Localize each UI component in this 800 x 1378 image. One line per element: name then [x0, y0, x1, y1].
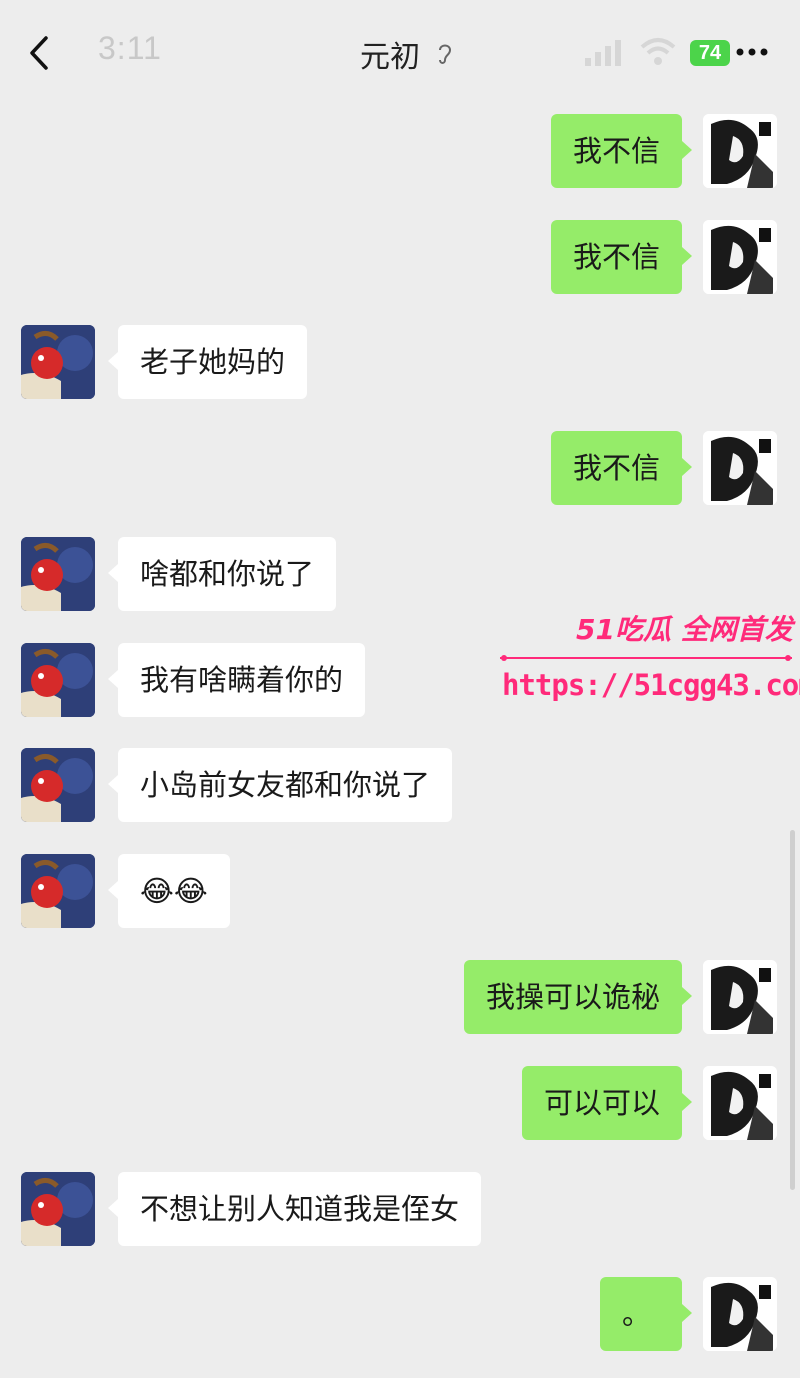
message-row: 啥都和你说了 [0, 537, 800, 617]
chat-header: 3:11 元初 74 [0, 0, 800, 105]
message-row: 我不信 [0, 114, 800, 194]
watermark-brand: 51吃瓜 全网首发 [576, 613, 793, 646]
battery-indicator: 74 [690, 40, 730, 66]
message-row: 我操可以诡秘 [0, 960, 800, 1040]
message-bubble-sent[interactable]: 我不信 [550, 431, 693, 505]
message-bubble-received[interactable]: 啥都和你说了 [107, 537, 337, 611]
avatar-self[interactable] [703, 431, 777, 505]
message-bubble-sent[interactable]: 我不信 [550, 220, 693, 294]
message-bubble-sent[interactable]: 我不信 [550, 114, 693, 188]
message-bubble-received[interactable]: 😂😂 [108, 854, 230, 928]
message-bubble-received[interactable]: 不想让别人知道我是侄女 [107, 1172, 482, 1246]
message-row: 老子她妈的 [0, 325, 800, 405]
cellular-signal-icon [585, 38, 625, 66]
avatar-contact[interactable] [21, 325, 95, 399]
avatar-contact[interactable] [21, 748, 95, 822]
message-row: 小岛前女友都和你说了 [0, 748, 800, 828]
message-row: 不想让别人知道我是侄女 [0, 1172, 800, 1252]
back-arrow-icon[interactable] [26, 34, 54, 72]
message-bubble-sent[interactable]: 。 [600, 1277, 692, 1351]
message-row: 。 [0, 1277, 800, 1357]
earpiece-mode-icon [434, 40, 454, 66]
message-row: 😂😂 [0, 854, 800, 934]
message-bubble-sent[interactable]: 我操可以诡秘 [463, 960, 693, 1034]
message-bubble-received[interactable]: 我有啥瞒着你的 [107, 643, 366, 717]
avatar-self[interactable] [703, 960, 777, 1034]
more-options-icon[interactable] [734, 44, 770, 60]
avatar-self[interactable] [703, 114, 777, 188]
watermark-divider [500, 655, 792, 661]
avatar-self[interactable] [703, 1066, 777, 1140]
message-row: 我不信 [0, 431, 800, 511]
avatar-contact[interactable] [21, 643, 95, 717]
message-bubble-sent[interactable]: 可以可以 [521, 1066, 693, 1140]
avatar-contact[interactable] [21, 854, 95, 928]
wifi-icon [640, 36, 676, 66]
message-row: 我不信 [0, 220, 800, 300]
avatar-contact[interactable] [21, 1172, 95, 1246]
watermark: 51吃瓜 全网首发 https://51cgg43.com [496, 608, 800, 708]
message-row: 可以可以 [0, 1066, 800, 1146]
avatar-self[interactable] [703, 220, 777, 294]
message-bubble-received[interactable]: 小岛前女友都和你说了 [107, 748, 453, 822]
chat-scrollbar[interactable] [790, 830, 795, 1190]
status-time: 3:11 [98, 30, 162, 66]
avatar-contact[interactable] [21, 537, 95, 611]
message-bubble-received[interactable]: 老子她妈的 [107, 325, 308, 399]
chat-title: 元初 [360, 40, 420, 75]
message-list[interactable]: 我不信 我不信 老子她妈的 我不信 啥都和你说了 我有啥瞒着你的 小岛前女友都和… [0, 105, 800, 1378]
watermark-url: https://51cgg43.com [502, 668, 800, 702]
avatar-self[interactable] [703, 1277, 777, 1351]
